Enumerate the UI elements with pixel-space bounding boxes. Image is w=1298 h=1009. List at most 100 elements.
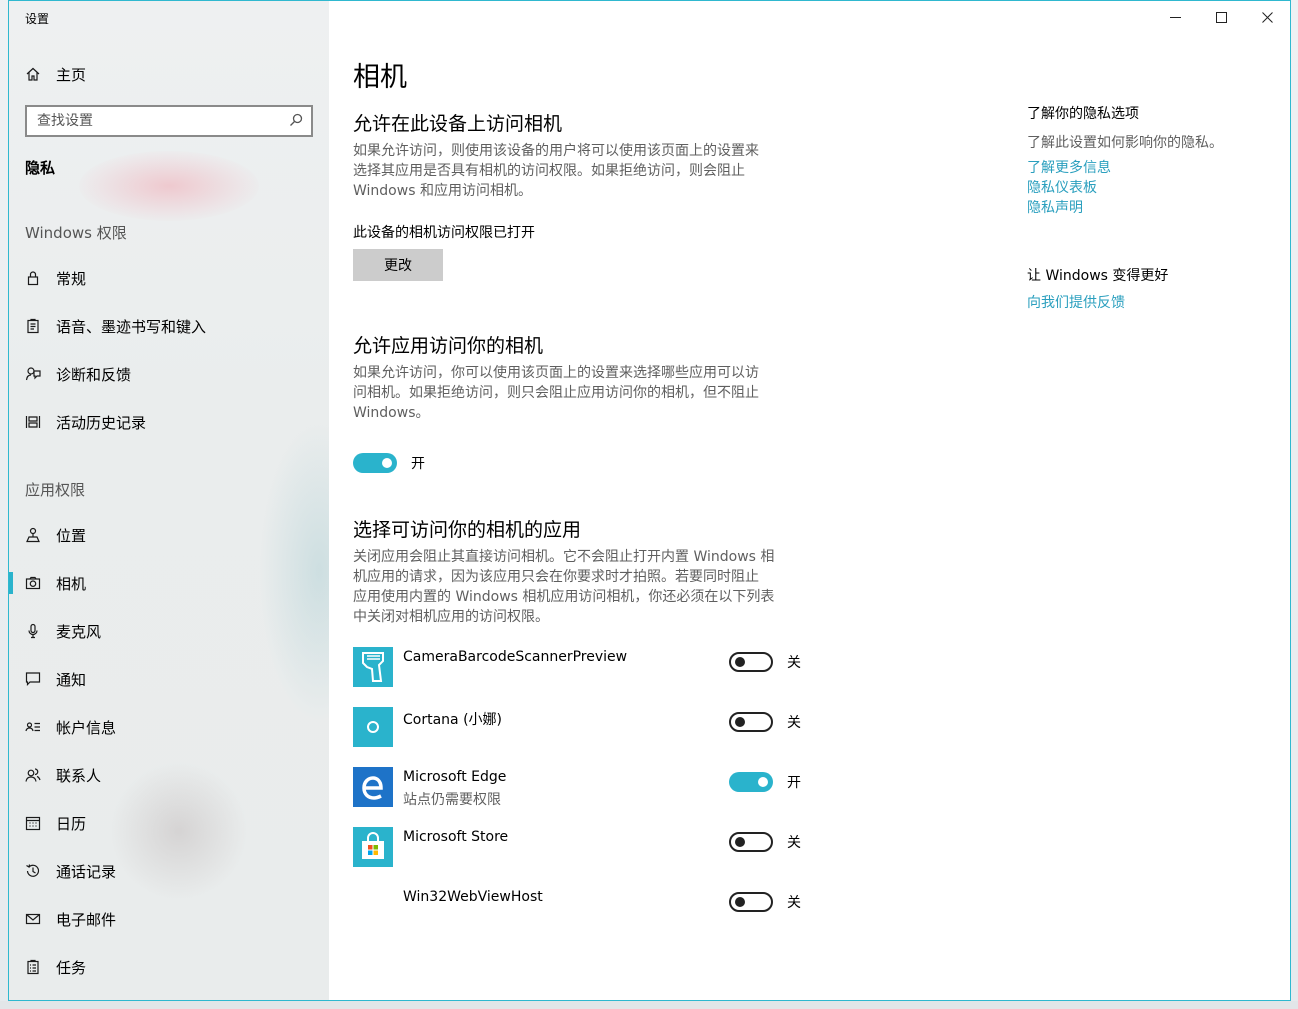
toggle-knob (735, 657, 745, 667)
search-input[interactable] (37, 113, 277, 129)
section-description-device: 如果允许访问，则使用该设备的用户将可以使用该页面上的设置来 选择其应用是否具有相… (353, 141, 803, 201)
minimize-button[interactable] (1152, 1, 1198, 33)
window-controls (1152, 1, 1290, 33)
maximize-button[interactable] (1198, 1, 1244, 33)
sidebar-item-contacts[interactable]: 联系人 (9, 755, 329, 795)
toggle-state-label: 关 (787, 715, 801, 731)
app-toggle-row: 关 (729, 832, 801, 852)
description-line: 应用使用内置的 Windows 相机应用访问相机，你还必须在以下列表 (353, 589, 775, 605)
sidebar-item-label: 诊断和反馈 (56, 365, 132, 384)
sidebar-item-diagnostics[interactable]: 诊断和反馈 (9, 354, 329, 394)
toggle-knob (735, 717, 745, 727)
description-line: 如果允许访问，则使用该设备的用户将可以使用该页面上的设置来 (353, 143, 759, 159)
location-icon (24, 526, 42, 544)
sidebar-item-label: 帐户信息 (56, 718, 117, 737)
microsoft-store-toggle[interactable] (729, 832, 773, 852)
camera-barcode-scanner-toggle[interactable] (729, 652, 773, 672)
section-title: 隐私 (25, 159, 56, 177)
barcode-scanner-icon (353, 647, 393, 687)
app-row-camera-barcode-scanner: CameraBarcodeScannerPreview 关 (353, 647, 813, 687)
group-label-apps: 应用权限 (25, 481, 86, 499)
sidebar-item-activity-history[interactable]: 活动历史记录 (9, 402, 329, 442)
app-name: Microsoft Store (403, 829, 509, 845)
settings-window: 设置 主页 隐私 Windows 权限 常规 语音、墨迹书写 (8, 0, 1291, 1001)
description-line: 机应用的请求，因为该应用只会在你要求时才拍照。若要同时阻止 (353, 569, 759, 585)
section-description-app-access: 如果允许访问，你可以使用该页面上的设置来选择哪些应用可以访 问相机。如果拒绝访问… (353, 363, 803, 423)
app-toggle-row: 关 (729, 892, 801, 912)
description-line: Windows。 (353, 405, 430, 421)
sidebar-item-email[interactable]: 电子邮件 (9, 899, 329, 939)
sidebar: 设置 主页 隐私 Windows 权限 常规 语音、墨迹书写 (9, 1, 329, 1000)
sidebar-item-label: 语音、墨迹书写和键入 (56, 317, 207, 336)
app-row-cortana: Cortana (小娜) 关 (353, 707, 813, 747)
maximize-icon (1215, 11, 1227, 23)
description-line: 如果允许访问，你可以使用该页面上的设置来选择哪些应用可以访 (353, 365, 759, 381)
sidebar-item-home[interactable]: 主页 (9, 57, 329, 91)
app-access-toggle[interactable] (353, 453, 397, 473)
edge-icon (353, 767, 393, 807)
privacy-options-heading: 了解你的隐私选项 (1027, 106, 1139, 122)
device-access-status: 此设备的相机访问权限已打开 (353, 225, 535, 241)
sidebar-item-label: 电子邮件 (56, 910, 117, 929)
search-box[interactable] (25, 105, 313, 137)
camera-icon (24, 574, 42, 592)
sidebar-item-call-history[interactable]: 通话记录 (9, 851, 329, 891)
privacy-links: 了解更多信息 隐私仪表板 隐私声明 (1027, 158, 1223, 218)
sidebar-item-account-info[interactable]: 帐户信息 (9, 707, 329, 747)
toggle-state-label: 关 (787, 895, 801, 911)
privacy-dashboard-link[interactable]: 隐私仪表板 (1027, 178, 1223, 198)
close-icon (1261, 11, 1273, 23)
sidebar-item-location[interactable]: 位置 (9, 515, 329, 555)
sidebar-item-calendar[interactable]: 日历 (9, 803, 329, 843)
section-heading-app-access: 允许应用访问你的相机 (353, 335, 544, 357)
main-content: 相机 允许在此设备上访问相机 如果允许访问，则使用该设备的用户将可以使用该页面上… (329, 1, 1290, 1000)
history-icon (24, 862, 42, 880)
lock-icon (24, 269, 42, 287)
privacy-statement-link[interactable]: 隐私声明 (1027, 198, 1223, 218)
change-button[interactable]: 更改 (353, 249, 443, 281)
close-button[interactable] (1244, 1, 1290, 33)
section-heading-choose-apps: 选择可访问你的相机的应用 (353, 519, 582, 541)
app-toggle-row: 关 (729, 712, 801, 732)
toggle-state-label: 开 (787, 775, 801, 791)
cortana-toggle[interactable] (729, 712, 773, 732)
section-description-choose-apps: 关闭应用会阻止其直接访问相机。它不会阻止打开内置 Windows 相 机应用的请… (353, 547, 803, 627)
sidebar-item-camera[interactable]: 相机 (9, 563, 329, 603)
toggle-knob (758, 777, 768, 787)
app-name: Win32WebViewHost (403, 889, 543, 905)
toggle-state-label: 开 (411, 456, 425, 472)
description-line: 关闭应用会阻止其直接访问相机。它不会阻止打开内置 Windows 相 (353, 549, 775, 565)
microsoft-edge-toggle[interactable] (729, 772, 773, 792)
timeline-icon (24, 413, 42, 431)
sidebar-item-label: 联系人 (56, 766, 102, 785)
sidebar-item-speech[interactable]: 语音、墨迹书写和键入 (9, 306, 329, 346)
search-icon[interactable] (289, 112, 303, 131)
sidebar-item-microphone[interactable]: 麦克风 (9, 611, 329, 651)
improve-windows-panel: 让 Windows 变得更好 向我们提供反馈 (1027, 265, 1168, 313)
sidebar-item-label: 日历 (56, 814, 87, 833)
home-icon (24, 65, 42, 83)
feedback-icon (24, 365, 42, 383)
cortana-icon (353, 707, 393, 747)
sidebar-item-tasks[interactable]: 任务 (9, 947, 329, 987)
sidebar-item-label: 主页 (56, 65, 87, 84)
app-subtitle: 站点仍需要权限 (403, 792, 501, 808)
give-feedback-link[interactable]: 向我们提供反馈 (1027, 293, 1168, 313)
sidebar-item-general[interactable]: 常规 (9, 258, 329, 298)
app-row-microsoft-store: Microsoft Store 关 (353, 827, 813, 867)
sidebar-item-notifications[interactable]: 通知 (9, 659, 329, 699)
mail-icon (24, 910, 42, 928)
win32-webview-host-toggle[interactable] (729, 892, 773, 912)
app-row-win32-webview-host: Win32WebViewHost 关 (353, 887, 813, 927)
app-row-microsoft-edge: Microsoft Edge 站点仍需要权限 开 (353, 767, 813, 808)
app-toggle-row: 开 (729, 772, 801, 792)
store-icon (353, 827, 393, 867)
learn-more-link[interactable]: 了解更多信息 (1027, 158, 1223, 178)
toggle-knob (382, 458, 392, 468)
improve-windows-heading: 让 Windows 变得更好 (1027, 268, 1169, 284)
account-info-icon (24, 718, 42, 736)
privacy-options-panel: 了解你的隐私选项 了解此设置如何影响你的隐私。 了解更多信息 隐私仪表板 隐私声… (1027, 103, 1223, 218)
contacts-icon (24, 766, 42, 784)
sidebar-item-label: 任务 (56, 958, 87, 977)
sidebar-item-label: 通知 (56, 670, 87, 689)
